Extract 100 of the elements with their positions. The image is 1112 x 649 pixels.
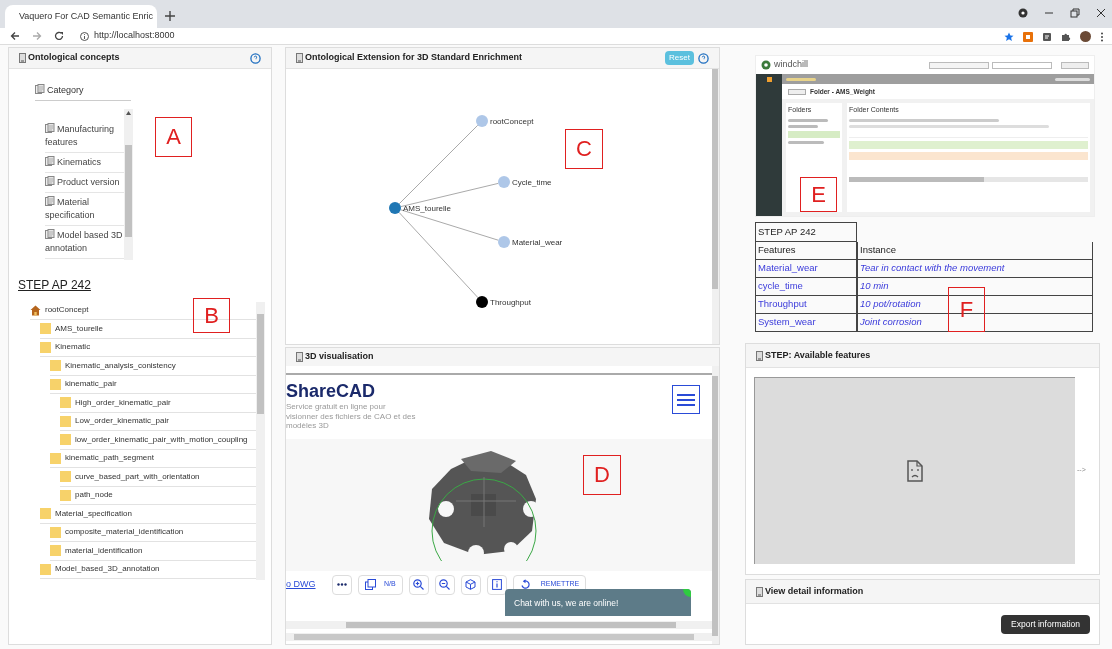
tab-title: Vaquero For CAD Semantic Enric (19, 9, 153, 23)
folder-icon (50, 526, 61, 538)
text-line (788, 118, 828, 122)
scrollbar[interactable] (286, 621, 712, 629)
tree-item[interactable]: rootConcept (45, 304, 89, 317)
table-cell: Throughput (755, 296, 857, 314)
menu-button[interactable] (672, 385, 700, 414)
annotation-label: E (800, 177, 837, 212)
zoom-out-button[interactable] (434, 574, 455, 595)
search-field[interactable] (929, 61, 989, 69)
pages-icon (45, 175, 55, 186)
annotation-label: D (583, 455, 621, 495)
folder-icon (40, 341, 51, 353)
extension-icon[interactable] (1042, 31, 1052, 42)
brand-name: windchill (774, 58, 808, 72)
folder-icon (60, 397, 71, 409)
table-cell: 10 min (857, 278, 1093, 296)
tree-item[interactable]: Kinematic (55, 341, 91, 354)
more-button[interactable] (332, 574, 352, 595)
folder-icon (40, 563, 51, 575)
panel-title: Ontological Extension for 3D Standard Enrichment (305, 51, 523, 65)
node-label: AMS_tourelle (403, 204, 452, 213)
pages-icon (45, 228, 55, 239)
column-header: Features (755, 242, 857, 260)
tree-item[interactable]: material_identification (65, 544, 143, 557)
cube-icon (465, 579, 477, 590)
annotation-label: A (155, 117, 192, 157)
node-label: Throughput (490, 298, 531, 307)
folder-icon (60, 434, 71, 446)
puzzle-icon[interactable] (1061, 31, 1071, 42)
scrollbar[interactable] (712, 69, 719, 344)
cube-button[interactable] (460, 574, 481, 595)
table-cell: Tear in contact with the movement (857, 260, 1093, 278)
rotate-icon (519, 579, 531, 590)
table-cell: Material_wear (755, 260, 857, 278)
back-icon[interactable] (10, 31, 20, 41)
pages-icon (45, 155, 55, 166)
link[interactable]: o DWG (286, 577, 326, 592)
tree-item[interactable]: kinematic_path_segment (65, 452, 154, 465)
site-title: ShareCAD (286, 381, 377, 401)
restore-icon[interactable] (1070, 8, 1080, 18)
graph-node[interactable] (476, 115, 488, 127)
text-line (788, 124, 818, 128)
graph-node[interactable] (389, 202, 401, 214)
export-button[interactable]: Export information (1001, 615, 1090, 634)
info-icon (491, 579, 502, 590)
chat-toast[interactable]: Chat with us, we are online! (505, 589, 691, 616)
panel-title: Ontological concepts (28, 51, 120, 65)
graph-node[interactable] (498, 176, 510, 188)
tree-item[interactable]: Low_order_kinematic_pair (75, 415, 169, 428)
tree-item[interactable]: composite_material_identification (65, 526, 184, 539)
zoom-in-button[interactable] (408, 574, 429, 595)
text-line (786, 77, 816, 81)
document-icon (756, 586, 763, 597)
tree-item[interactable]: Kinematic_analysis_conistency (65, 359, 176, 372)
graph-node[interactable] (476, 296, 488, 308)
document-icon (296, 352, 303, 362)
scrollbar[interactable] (124, 108, 133, 260)
help-icon[interactable] (698, 52, 709, 64)
new-tab-icon[interactable] (165, 11, 175, 21)
folder-icon (50, 452, 61, 464)
search-field[interactable] (992, 61, 1052, 69)
graph-node[interactable] (498, 236, 510, 248)
copy-icon (365, 579, 376, 590)
menu-icon[interactable] (1100, 31, 1104, 42)
annotation-label: C (565, 129, 603, 169)
help-icon[interactable] (250, 52, 261, 64)
text-line (1055, 77, 1090, 81)
browser-tab[interactable]: Vaquero For CAD Semantic Enric (5, 5, 157, 28)
scrollbar[interactable] (712, 366, 719, 644)
pages-icon (35, 84, 45, 94)
tree-item[interactable]: curve_based_part_with_orientation (75, 470, 200, 483)
tree-item[interactable]: AMS_tourelle (55, 322, 104, 335)
tree-item[interactable]: low_order_kinematic_pair_with_motion_coupling (75, 433, 248, 446)
star-icon[interactable] (1004, 31, 1014, 42)
tree-item[interactable]: Model_based_3D_annotation (55, 563, 160, 576)
document-icon (756, 350, 763, 361)
folder-icon (50, 545, 61, 557)
tree-item[interactable]: path_node (75, 489, 113, 502)
tree-item[interactable]: High_order_kinematic_pair (75, 396, 171, 409)
info-button[interactable] (486, 574, 507, 595)
scrollbar[interactable] (286, 633, 712, 641)
table-cell: cycle_time (755, 278, 857, 296)
category-header[interactable]: Category (35, 84, 84, 98)
avatar-icon[interactable] (1080, 31, 1091, 42)
panel-title: View detail information (765, 584, 864, 598)
document-icon (19, 53, 26, 63)
scroll-up-icon[interactable] (126, 110, 131, 115)
annotation-label: B (193, 298, 230, 333)
close-icon[interactable] (1096, 8, 1106, 18)
folder-icon (60, 489, 71, 501)
tree-item[interactable]: kinematic_pair (65, 378, 117, 391)
address-bar[interactable]: http://localhost:8000 (76, 28, 179, 44)
panel-title: STEP: Available features (765, 348, 871, 362)
reload-icon[interactable] (54, 31, 64, 41)
scrollbar[interactable] (256, 301, 265, 580)
actions-button[interactable] (788, 88, 806, 95)
extension-icon[interactable] (1023, 31, 1033, 42)
folder-icon (50, 360, 61, 372)
tree-item[interactable]: Material_specification (55, 507, 132, 520)
